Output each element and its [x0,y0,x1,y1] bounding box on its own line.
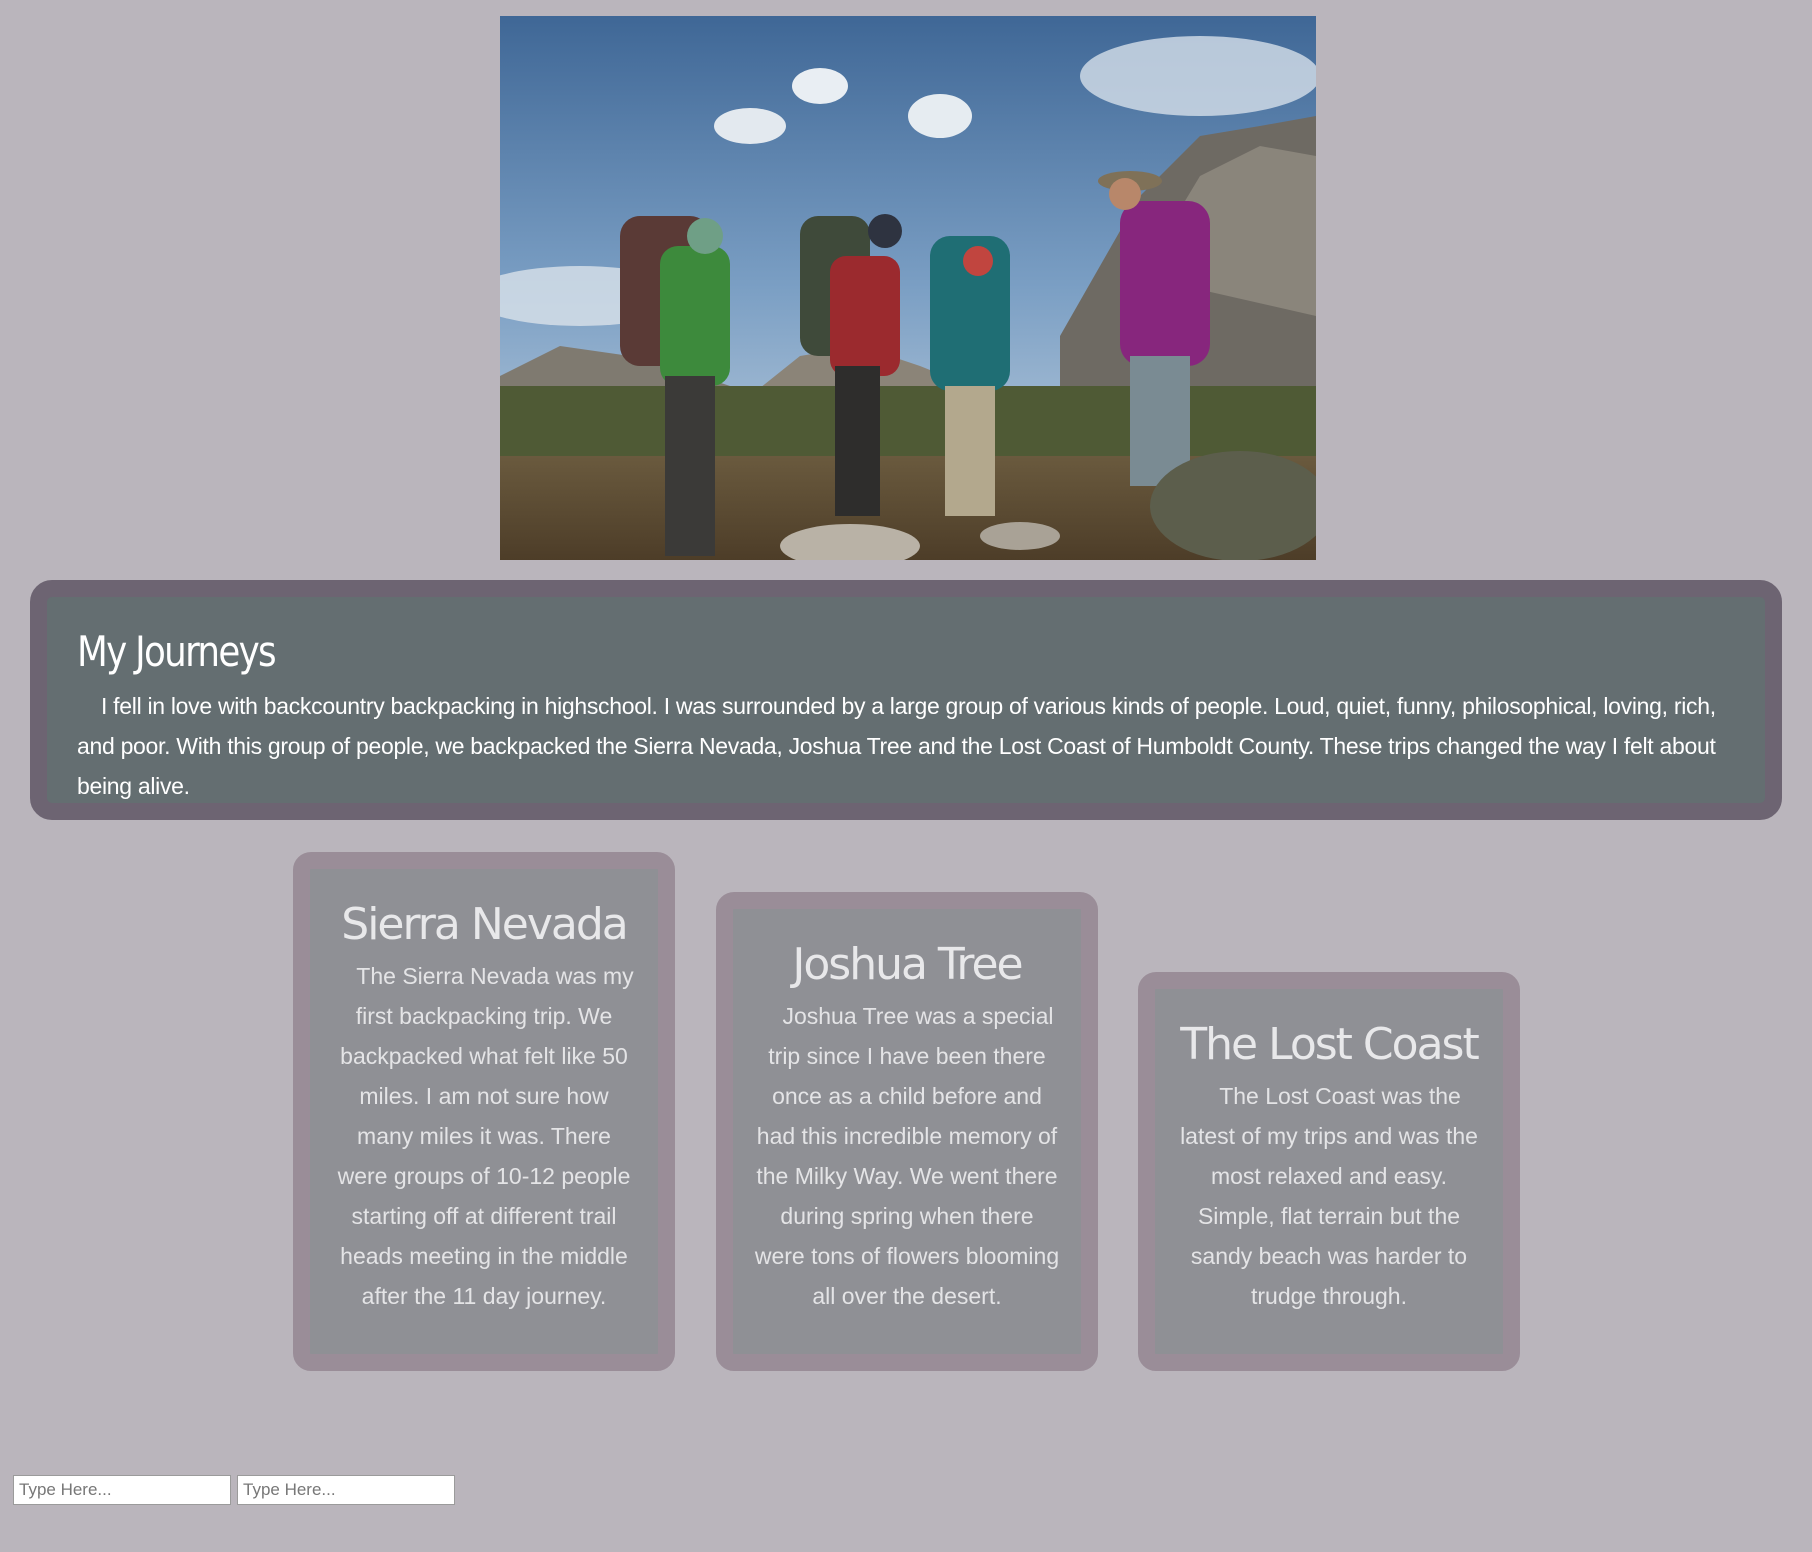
text-input-2[interactable] [237,1475,455,1505]
input-row [13,1475,455,1505]
text-input-1[interactable] [13,1475,231,1505]
journeys-text: I fell in love with backcountry backpack… [77,693,1716,799]
journeys-title: My Journeys [77,627,277,676]
journeys-panel: My Journeys I fell in love with backcoun… [30,580,1782,820]
card-title: The Lost Coast [1180,1019,1479,1070]
card-sierra-nevada: Sierra Nevada The Sierra Nevada was my f… [293,852,675,1371]
card-text: The Lost Coast was the latest of my trip… [1180,1083,1478,1309]
card-lost-coast: The Lost Coast The Lost Coast was the la… [1138,972,1520,1371]
card-text: The Sierra Nevada was my first backpacki… [337,963,634,1309]
card-joshua-tree: Joshua Tree Joshua Tree was a special tr… [716,892,1098,1371]
card-title: Sierra Nevada [341,899,628,950]
hikers-photo-icon [500,16,1316,560]
card-text: Joshua Tree was a special trip since I h… [754,1003,1060,1309]
card-title: Joshua Tree [792,939,1023,990]
hero-photo [500,16,1316,560]
